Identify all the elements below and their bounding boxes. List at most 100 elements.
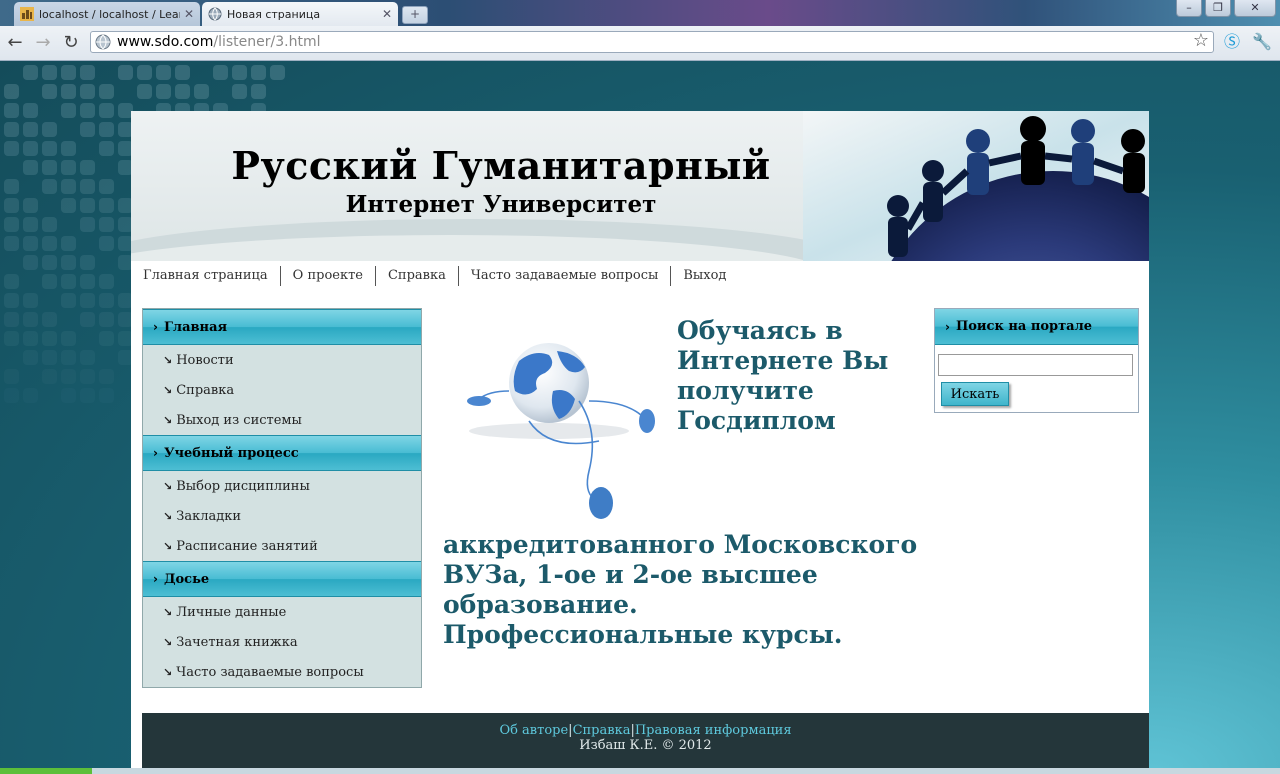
- site-title: Русский Гуманитарный: [231, 143, 771, 188]
- background-dot: [23, 255, 38, 270]
- background-dot: [251, 84, 266, 99]
- menu-heading-main[interactable]: › Главная: [143, 309, 421, 345]
- tab-title: localhost / localhost / LearnSys: [39, 7, 180, 21]
- menu-item-personal-data[interactable]: ↘ Личные данные: [143, 597, 421, 627]
- arrow-down-right-icon: ↘: [163, 353, 173, 367]
- address-bar[interactable]: www.sdo.com/listener/3.html ☆: [90, 31, 1214, 53]
- url-path: /listener/3.html: [213, 34, 321, 50]
- footer-link-help[interactable]: Справка: [573, 723, 631, 738]
- background-dot: [4, 331, 19, 346]
- menu-item-help[interactable]: ↘ Справка: [143, 375, 421, 405]
- forward-arrow-icon[interactable]: →: [32, 32, 54, 54]
- background-dot: [42, 160, 57, 175]
- menu-item-bookmarks[interactable]: ↘ Закладки: [143, 501, 421, 531]
- background-dot: [23, 141, 38, 156]
- background-dot: [42, 312, 57, 327]
- menu-item-news[interactable]: ↘ Новости: [143, 345, 421, 375]
- skype-extension-icon[interactable]: Ⓢ: [1222, 32, 1242, 52]
- background-dot: [61, 141, 76, 156]
- background-dot: [4, 312, 19, 327]
- background-dot: [99, 312, 114, 327]
- background-dot: [4, 236, 19, 251]
- nav-home[interactable]: Главная страница: [131, 266, 280, 286]
- background-dot: [61, 84, 76, 99]
- background-dot: [80, 103, 95, 118]
- background-dot: [23, 160, 38, 175]
- minimize-button[interactable]: –: [1176, 0, 1202, 17]
- menu-heading-dossier[interactable]: › Досье: [143, 561, 421, 597]
- background-dot: [99, 236, 114, 251]
- background-dot: [42, 274, 57, 289]
- background-dot: [4, 103, 19, 118]
- background-dot: [99, 388, 114, 403]
- background-dot: [4, 369, 19, 384]
- header-banner: Русский Гуманитарный Интернет Университе…: [131, 111, 1149, 261]
- footer-link-author[interactable]: Об авторе: [499, 723, 568, 738]
- background-dot: [61, 160, 76, 175]
- close-tab-icon[interactable]: ✕: [184, 7, 194, 21]
- background-dot: [61, 103, 76, 118]
- menu-item-logout[interactable]: ↘ Выход из системы: [143, 405, 421, 435]
- background-dot: [156, 65, 171, 80]
- background-dot: [194, 84, 209, 99]
- nav-logout[interactable]: Выход: [670, 266, 738, 286]
- tab-localhost[interactable]: localhost / localhost / LearnSys ✕: [14, 2, 200, 26]
- footer-link-legal[interactable]: Правовая информация: [635, 723, 792, 738]
- background-dot: [80, 65, 95, 80]
- search-input[interactable]: [938, 354, 1133, 376]
- background-dot: [61, 388, 76, 403]
- people-around-globe-image: [803, 111, 1149, 261]
- background-dot: [23, 122, 38, 137]
- background-dot: [4, 274, 19, 289]
- menu-item-record-book[interactable]: ↘ Зачетная книжка: [143, 627, 421, 657]
- tab-new-page[interactable]: Новая страница ✕: [202, 2, 398, 26]
- menu-item-faq[interactable]: ↘ Часто задаваемые вопросы: [143, 657, 421, 687]
- browser-toolbar: ← → ↻ www.sdo.com/listener/3.html ☆ Ⓢ 🔧: [0, 26, 1280, 61]
- chevron-right-icon: ›: [153, 572, 158, 586]
- close-tab-icon[interactable]: ✕: [382, 7, 392, 21]
- nav-faq[interactable]: Часто задаваемые вопросы: [457, 266, 670, 286]
- background-dot: [4, 217, 19, 232]
- menu-heading-study[interactable]: › Учебный процесс: [143, 435, 421, 471]
- background-dot: [118, 65, 133, 80]
- background-dot: [61, 179, 76, 194]
- restore-button[interactable]: ❐: [1205, 0, 1231, 17]
- arrow-down-right-icon: ↘: [163, 635, 173, 649]
- site-subtitle: Интернет Университет: [345, 191, 657, 218]
- background-dot: [99, 122, 114, 137]
- background-dot: [23, 217, 38, 232]
- background-dot: [99, 369, 114, 384]
- background-dot: [80, 274, 95, 289]
- background-dot: [80, 179, 95, 194]
- background-dot: [23, 350, 38, 365]
- search-button[interactable]: Искать: [941, 382, 1009, 406]
- background-dot: [99, 179, 114, 194]
- background-dot: [61, 65, 76, 80]
- background-dot: [23, 198, 38, 213]
- nav-help[interactable]: Справка: [374, 266, 458, 286]
- close-window-button[interactable]: ✕: [1234, 0, 1276, 17]
- background-dot: [213, 65, 228, 80]
- background-dot: [175, 84, 190, 99]
- search-panel: › Поиск на портале Искать: [934, 308, 1139, 413]
- background-dot: [137, 65, 152, 80]
- menu-item-choose-discipline[interactable]: ↘ Выбор дисциплины: [143, 471, 421, 501]
- chevron-right-icon: ›: [153, 320, 158, 334]
- new-tab-button[interactable]: +: [402, 6, 428, 24]
- wrench-menu-icon[interactable]: 🔧: [1252, 32, 1272, 52]
- background-dot: [99, 293, 114, 308]
- bookmark-star-icon[interactable]: ☆: [1193, 31, 1209, 51]
- back-arrow-icon[interactable]: ←: [4, 32, 26, 54]
- globe-favicon-icon: [208, 7, 222, 21]
- background-dot: [99, 331, 114, 346]
- arrow-down-right-icon: ↘: [163, 605, 173, 619]
- background-dot: [61, 293, 76, 308]
- background-dot: [42, 141, 57, 156]
- menu-item-schedule[interactable]: ↘ Расписание занятий: [143, 531, 421, 561]
- background-dot: [4, 293, 19, 308]
- nav-about[interactable]: О проекте: [279, 266, 375, 286]
- reload-icon[interactable]: ↻: [60, 32, 82, 54]
- background-dot: [80, 84, 95, 99]
- background-dot: [80, 217, 95, 232]
- background-dot: [42, 122, 57, 137]
